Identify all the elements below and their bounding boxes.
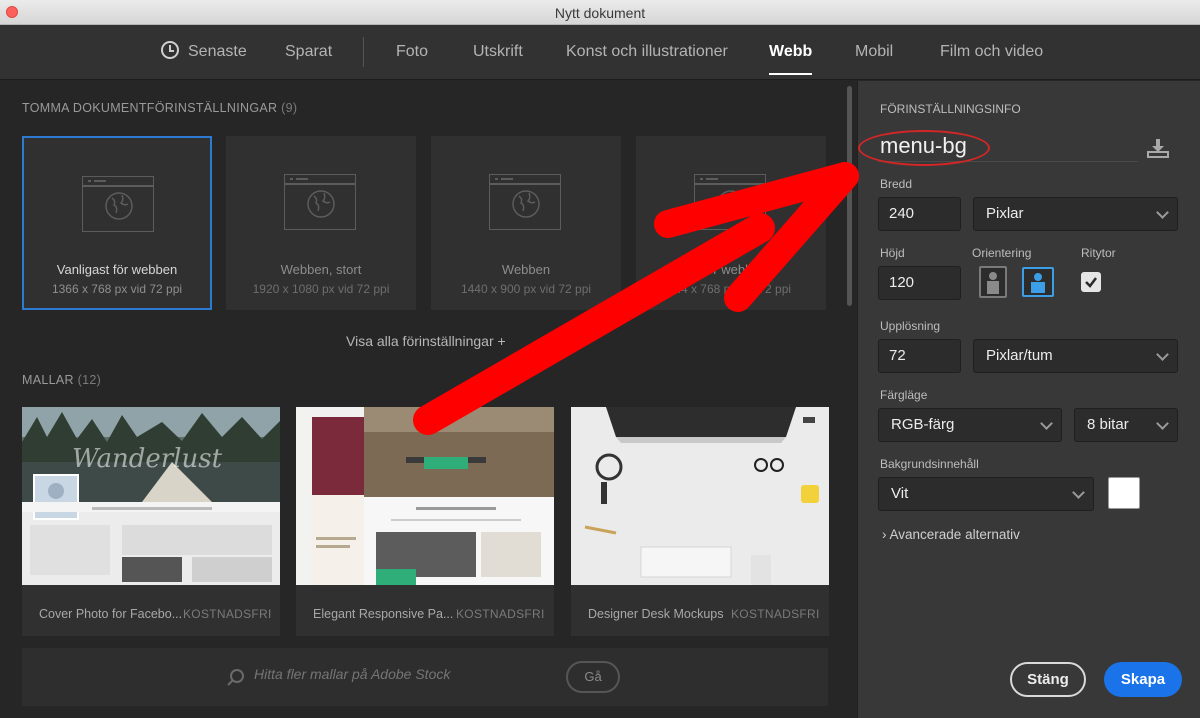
checkmark-icon [1085, 277, 1097, 288]
template-free-badge: KOSTNADSFRI [731, 607, 820, 621]
tab-print[interactable]: Utskrift [473, 43, 523, 61]
advanced-options-toggle[interactable]: › Avancerade alternativ [882, 527, 1020, 542]
web-document-icon [489, 174, 561, 230]
chevron-right-icon: › [882, 527, 887, 542]
preset-name: ...or webben [695, 262, 767, 277]
tab-photo[interactable]: Foto [396, 43, 428, 61]
chevron-down-icon [1156, 348, 1169, 361]
template-name: Cover Photo for Facebo... [39, 607, 183, 621]
resolution-input[interactable]: 72 [878, 339, 961, 373]
red-annotation-circle [858, 130, 990, 166]
portrait-orientation-button[interactable] [979, 266, 1007, 298]
presets-content-area: TOMMA DOKUMENTFÖRINSTÄLLNINGAR (9) Vanli… [0, 81, 845, 718]
templates-count: (12) [77, 373, 102, 387]
landscape-icon [1031, 273, 1045, 293]
chevron-down-icon [1156, 417, 1169, 430]
preset-size: 1440 x 900 px vid 72 ppi [460, 282, 592, 296]
preset-name: Webben [501, 262, 551, 277]
preset-size: 1366 x 768 px vid 72 ppi [51, 282, 183, 296]
template-thumbnail [571, 407, 829, 585]
scrollbar-thumb[interactable] [847, 86, 852, 306]
background-value: Vit [891, 485, 909, 502]
go-button[interactable]: Gå [566, 661, 620, 693]
blank-presets-count: (9) [281, 101, 298, 115]
bit-depth-select[interactable]: 8 bitar [1074, 408, 1178, 442]
resolution-unit-value: Pixlar/tum [986, 347, 1053, 364]
tab-web[interactable]: Webb [769, 43, 813, 75]
resolution-label: Upplösning [880, 319, 941, 333]
preset-card[interactable]: Webben, stort 1920 x 1080 px vid 72 ppi [226, 136, 416, 310]
background-label: Bakgrundsinnehåll [880, 457, 979, 471]
stock-search-input[interactable] [254, 666, 574, 682]
width-unit-value: Pixlar [986, 205, 1024, 222]
preset-card[interactable]: Vanligast för webben 1366 x 768 px vid 7… [22, 136, 212, 310]
create-button[interactable]: Skapa [1104, 662, 1182, 697]
width-unit-select[interactable]: Pixlar [973, 197, 1178, 231]
background-color-swatch[interactable] [1108, 477, 1140, 509]
close-button[interactable]: Stäng [1010, 662, 1086, 697]
bit-depth-value: 8 bitar [1087, 416, 1129, 433]
template-card[interactable]: Designer Desk Mockups KOSTNADSFRI [571, 407, 829, 636]
template-thumb-text: Wanderlust [72, 444, 223, 474]
artboards-label: Ritytor [1081, 246, 1116, 260]
landscape-orientation-button[interactable] [1022, 267, 1054, 297]
template-free-badge: KOSTNADSFRI [183, 607, 272, 621]
preset-size: 1920 x 1080 px vid 72 ppi [252, 282, 390, 296]
templates-title: MALLAR [22, 373, 74, 387]
resolution-unit-select[interactable]: Pixlar/tum [973, 339, 1178, 373]
web-document-icon [694, 174, 766, 230]
color-mode-label: Färgläge [880, 388, 928, 402]
portrait-icon [987, 272, 999, 294]
chevron-down-icon [1072, 486, 1085, 499]
tab-mobile[interactable]: Mobil [855, 43, 893, 61]
template-free-badge: KOSTNADSFRI [456, 607, 545, 621]
advanced-options-label: Avancerade alternativ [889, 527, 1020, 542]
background-select[interactable]: Vit [878, 477, 1094, 511]
template-card[interactable]: Wanderlust Cover Photo for Facebo... KOS… [22, 407, 280, 636]
blank-presets-title: TOMMA DOKUMENTFÖRINSTÄLLNINGAR [22, 101, 278, 115]
tab-recent[interactable]: Senaste [188, 43, 247, 61]
tab-film-video[interactable]: Film och video [940, 43, 1043, 61]
tab-saved[interactable]: Sparat [285, 43, 332, 61]
width-label: Bredd [880, 177, 913, 191]
tab-divider [363, 37, 364, 67]
orientation-label: Orientering [972, 246, 1032, 260]
preset-info-title: FÖRINSTÄLLNINGSINFO [880, 102, 1021, 116]
window-title-bar: Nytt dokument [0, 0, 1200, 25]
template-card[interactable]: Elegant Responsive Pa... KOSTNADSFRI [296, 407, 554, 636]
height-label: Höjd [880, 246, 905, 260]
preset-card[interactable]: ...or webben ...4 x 768 px vid 72 ppi [636, 136, 826, 310]
chevron-down-icon [1156, 206, 1169, 219]
color-mode-value: RGB-färg [891, 416, 955, 433]
blank-presets-heading: TOMMA DOKUMENTFÖRINSTÄLLNINGAR (9) [22, 101, 297, 115]
search-icon [227, 669, 244, 686]
template-name: Designer Desk Mockups [588, 607, 724, 621]
stock-search-bar: Gå [22, 648, 828, 706]
web-document-icon [82, 176, 154, 232]
category-tab-bar: Senaste Sparat Foto Utskrift Konst och i… [0, 25, 1200, 80]
tab-art-illustration[interactable]: Konst och illustrationer [566, 43, 728, 61]
height-input[interactable]: 120 [878, 266, 961, 300]
chevron-down-icon [1040, 417, 1053, 430]
window-title: Nytt dokument [554, 5, 646, 21]
web-document-icon [284, 174, 356, 230]
templates-heading: MALLAR (12) [22, 373, 101, 387]
template-name: Elegant Responsive Pa... [313, 607, 454, 621]
color-mode-select[interactable]: RGB-färg [878, 408, 1062, 442]
artboards-checkbox[interactable] [1081, 272, 1101, 292]
template-thumbnail: Wanderlust [22, 407, 280, 585]
preset-info-panel: FÖRINSTÄLLNINGSINFO menu-bg Bredd 240 Pi… [857, 81, 1200, 718]
width-input[interactable]: 240 [878, 197, 961, 231]
preset-card[interactable]: Webben 1440 x 900 px vid 72 ppi [431, 136, 621, 310]
show-all-presets-link[interactable]: Visa alla förinställningar + [346, 333, 506, 349]
preset-name: Vanligast för webben [56, 262, 178, 277]
save-preset-icon[interactable] [1145, 138, 1171, 160]
preset-name: Webben, stort [280, 262, 362, 277]
preset-size: ...4 x 768 px vid 72 ppi [670, 282, 792, 296]
clock-icon [161, 41, 179, 59]
template-thumbnail [296, 407, 554, 585]
